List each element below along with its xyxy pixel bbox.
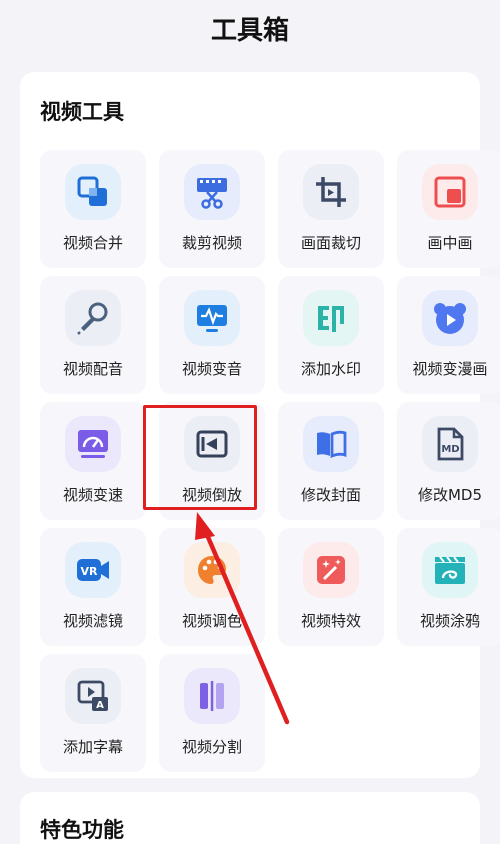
vr-camera-icon: VR (65, 542, 121, 598)
tool-speed[interactable]: 视频变速 (40, 402, 146, 520)
section-title-features: 特色功能 (40, 818, 124, 842)
tool-label: 视频合并 (62, 234, 123, 252)
tool-add-subtitles[interactable]: A 添加字幕 (40, 654, 146, 772)
annotation-highlight-box (143, 405, 257, 510)
speedometer-icon (65, 416, 121, 472)
tool-change-cover[interactable]: 修改封面 (278, 402, 384, 520)
tool-label: 视频分割 (181, 738, 242, 756)
tool-label: 视频变漫画 (412, 360, 488, 378)
tool-label: 添加水印 (300, 360, 361, 378)
tool-video-to-comic[interactable]: 视频变漫画 (397, 276, 500, 394)
tool-label: 视频涂鸦 (419, 612, 480, 630)
tool-add-watermark[interactable]: 添加水印 (278, 276, 384, 394)
tool-label: 视频特效 (300, 612, 361, 630)
tool-video-merge[interactable]: 视频合并 (40, 150, 146, 268)
tool-label: 添加字幕 (62, 738, 123, 756)
md5-file-icon: MD (422, 416, 478, 472)
tool-label: 修改封面 (300, 486, 361, 504)
clapper-doodle-icon (422, 542, 478, 598)
tool-label: 裁剪视频 (181, 234, 242, 252)
tool-label: 画面裁切 (300, 234, 361, 252)
tool-picture-in-picture[interactable]: 画中画 (397, 150, 500, 268)
bear-play-icon (422, 290, 478, 346)
tool-video-doodle[interactable]: 视频涂鸦 (397, 528, 500, 646)
tool-crop-video[interactable]: 裁剪视频 (159, 150, 265, 268)
split-icon (184, 668, 240, 724)
tool-video-filter[interactable]: VR 视频滤镜 (40, 528, 146, 646)
tool-label: 视频滤镜 (62, 612, 123, 630)
picture-in-picture-icon (422, 164, 478, 220)
tool-color-grading[interactable]: 视频调色 (159, 528, 265, 646)
book-cover-icon (303, 416, 359, 472)
microphone-icon (65, 290, 121, 346)
crop-icon (303, 164, 359, 220)
tool-label: 修改MD5 (417, 486, 483, 504)
tool-label: 画中画 (427, 234, 473, 252)
tool-label: 视频变音 (181, 360, 242, 378)
waveform-monitor-icon (184, 290, 240, 346)
magic-wand-icon (303, 542, 359, 598)
svg-text:MD: MD (441, 444, 459, 455)
subtitle-icon: A (65, 668, 121, 724)
tool-video-effects[interactable]: 视频特效 (278, 528, 384, 646)
tool-label: 视频配音 (62, 360, 123, 378)
watermark-icon (303, 290, 359, 346)
tool-video-split[interactable]: 视频分割 (159, 654, 265, 772)
tool-label: 视频变速 (62, 486, 123, 504)
tool-frame-crop[interactable]: 画面裁切 (278, 150, 384, 268)
svg-text:VR: VR (81, 565, 99, 578)
tool-voice-change[interactable]: 视频变音 (159, 276, 265, 394)
features-card: 特色功能 (20, 792, 480, 844)
tool-dubbing[interactable]: 视频配音 (40, 276, 146, 394)
page-title: 工具箱 (210, 16, 289, 46)
tool-label: 视频调色 (181, 612, 242, 630)
svg-text:A: A (96, 700, 104, 711)
merge-icon (65, 164, 121, 220)
film-scissors-icon (184, 164, 240, 220)
palette-icon (184, 542, 240, 598)
section-title-video-tools: 视频工具 (40, 100, 124, 124)
tool-change-md5[interactable]: MD 修改MD5 (397, 402, 500, 520)
